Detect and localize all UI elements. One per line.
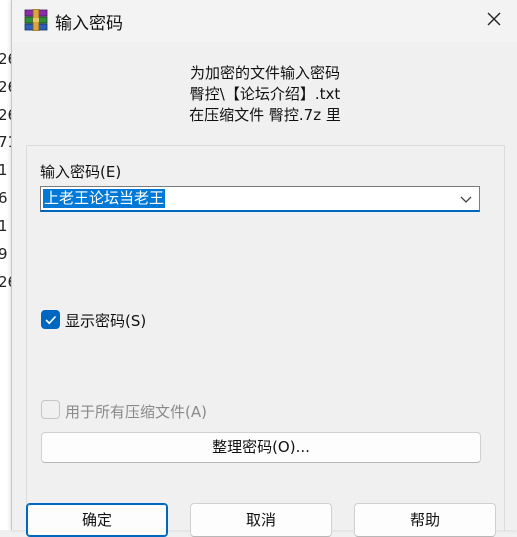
title-bar[interactable]: 输入密码 bbox=[12, 0, 517, 42]
password-input[interactable]: 上老王论坛当老王 bbox=[40, 186, 480, 212]
winrar-icon bbox=[24, 8, 48, 32]
show-password-checkbox[interactable] bbox=[41, 310, 60, 329]
password-label: 输入密码(E) bbox=[40, 163, 122, 181]
show-password-label[interactable]: 显示密码(S) bbox=[65, 310, 146, 331]
organize-passwords-button[interactable]: 整理密码(O)... bbox=[41, 432, 481, 463]
background-text: 1 bbox=[0, 161, 8, 179]
ok-button[interactable]: 确定 bbox=[26, 503, 168, 537]
dialog-title: 输入密码 bbox=[55, 14, 123, 34]
close-button[interactable] bbox=[478, 6, 510, 36]
info-line: 在压缩文件 臀控.7z 里 bbox=[189, 106, 341, 124]
info-line: 为加密的文件输入密码 bbox=[189, 64, 340, 82]
apply-all-checkbox[interactable] bbox=[41, 400, 60, 419]
chevron-down-icon[interactable] bbox=[459, 192, 473, 206]
apply-all-label[interactable]: 用于所有压缩文件(A) bbox=[65, 401, 207, 422]
background-text: 9 bbox=[0, 245, 8, 263]
help-button[interactable]: 帮助 bbox=[354, 503, 496, 537]
background-text: 1 bbox=[0, 217, 8, 235]
background-text: 6 bbox=[0, 189, 8, 207]
password-dialog: 输入密码 为加密的文件输入密码 臀控\【论坛介绍】.txt 在压缩文件 臀控.7… bbox=[11, 0, 517, 537]
archive-info: 为加密的文件输入密码 臀控\【论坛介绍】.txt 在压缩文件 臀控.7z 里 bbox=[12, 63, 517, 126]
cancel-button[interactable]: 取消 bbox=[190, 503, 332, 537]
password-value[interactable]: 上老王论坛当老王 bbox=[43, 189, 166, 208]
info-line: 臀控\【论坛介绍】.txt bbox=[189, 85, 341, 103]
close-icon bbox=[486, 11, 502, 31]
